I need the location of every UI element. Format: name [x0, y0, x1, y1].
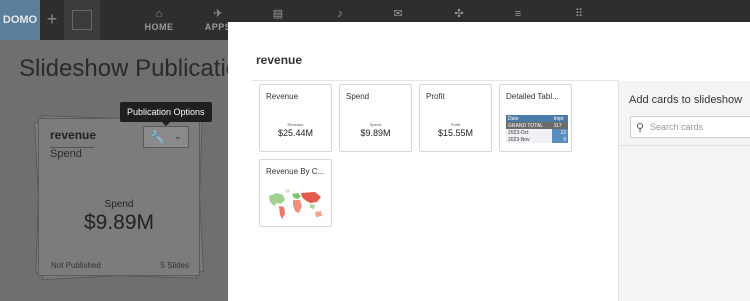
- table-total-row: GRAND TOTAL 117: [506, 122, 568, 129]
- card-title: Spend: [346, 92, 370, 101]
- card-metric-label: Revenue: [287, 122, 304, 127]
- slide-card-revenue-by-country[interactable]: Revenue By C...: [259, 159, 332, 227]
- add-icon[interactable]: +: [41, 0, 63, 40]
- page-title: Slideshow Publication: [19, 55, 253, 82]
- publish-status: Not Published: [51, 261, 101, 270]
- search-icon: ⚲: [636, 122, 645, 134]
- modal-title: revenue: [256, 53, 303, 67]
- card-title: Profit: [426, 92, 445, 101]
- card-title: Revenue By C...: [266, 167, 325, 176]
- metric-label: Spend: [104, 199, 134, 210]
- table-row: 2023-Oct 12: [506, 129, 568, 136]
- metric-value: $9.89M: [83, 211, 155, 234]
- table-header-cell: Impr: [551, 115, 568, 122]
- slide-card-detailed-table[interactable]: Detailed Tabl... Date Impr GRAND TOTAL 1…: [499, 84, 572, 152]
- nav-home[interactable]: ⌂ HOME: [140, 0, 178, 40]
- apps-grid-icon: ⠿: [574, 8, 584, 20]
- publication-name: revenue: [50, 128, 97, 142]
- table-row: 2023-Nov 9: [506, 136, 568, 143]
- rocket-icon: ✈: [213, 8, 223, 20]
- slide-card-profit[interactable]: Profit Profit $15.55M: [419, 84, 492, 152]
- card-title: Revenue: [266, 92, 299, 101]
- domo-logo[interactable]: DOMO: [0, 0, 40, 40]
- pages-icon: ▤: [272, 8, 284, 20]
- search-cards-box[interactable]: ⚲: [630, 116, 750, 138]
- table-cell: GRAND TOTAL: [506, 122, 552, 129]
- publication-subtitle: Spend: [50, 148, 82, 160]
- slideshow-editor-modal: revenue Revenue Revenue $25.44M Spend Sp…: [228, 22, 750, 301]
- divider: [619, 145, 750, 146]
- database-icon: ≡: [514, 8, 522, 20]
- table-header-row: Date Impr: [506, 115, 568, 122]
- table-cell: 9: [551, 136, 568, 143]
- publication-options-tooltip: Publication Options: [120, 102, 212, 126]
- table-header-cell: Date: [506, 115, 552, 122]
- add-cards-title: Add cards to slideshow: [629, 94, 743, 106]
- admin-icon: ✣: [454, 8, 464, 20]
- table-cell: 2023-Nov: [506, 136, 552, 143]
- nav-home-label: HOME: [144, 22, 174, 32]
- card-title: Detailed Tabl...: [506, 92, 559, 101]
- slide-card-spend[interactable]: Spend Spend $9.89M: [339, 84, 412, 152]
- slide-card-revenue[interactable]: Revenue Revenue $25.44M: [259, 84, 332, 152]
- publication-card[interactable]: revenue Spend 🔧 ⌄ Spend $9.89M Not Publi…: [33, 113, 205, 281]
- card-metric-value: $9.89M: [360, 128, 391, 138]
- table-cell: 2023-Oct: [506, 129, 552, 136]
- bell-icon: ♪: [337, 8, 343, 20]
- chat-icon: ✉: [393, 8, 403, 20]
- add-cards-panel: Add cards to slideshow ⚲: [618, 81, 750, 301]
- world-map-thumbnail: [269, 189, 322, 219]
- card-metric-label: Spend: [369, 122, 382, 127]
- table-preview: Date Impr GRAND TOTAL 117 2023-Oct 12 20…: [506, 115, 568, 143]
- card-metric-label: Profit: [450, 122, 461, 127]
- table-cell: 12: [551, 129, 568, 136]
- publication-card-front[interactable]: revenue Spend 🔧 ⌄ Spend $9.89M Not Publi…: [38, 118, 200, 276]
- grid-tile-icon[interactable]: [64, 0, 100, 40]
- wrench-icon: 🔧: [150, 130, 165, 144]
- slideshow-cards-area: Revenue Revenue $25.44M Spend Spend $9.8…: [228, 81, 618, 301]
- card-metric-value: $25.44M: [277, 128, 314, 138]
- slide-count: 5 Slides: [160, 261, 189, 270]
- search-cards-input[interactable]: [650, 120, 750, 134]
- card-metric-value: $15.55M: [437, 128, 474, 138]
- table-cell: 117: [551, 122, 568, 129]
- home-icon: ⌂: [155, 8, 163, 20]
- chevron-down-icon: ⌄: [174, 131, 182, 141]
